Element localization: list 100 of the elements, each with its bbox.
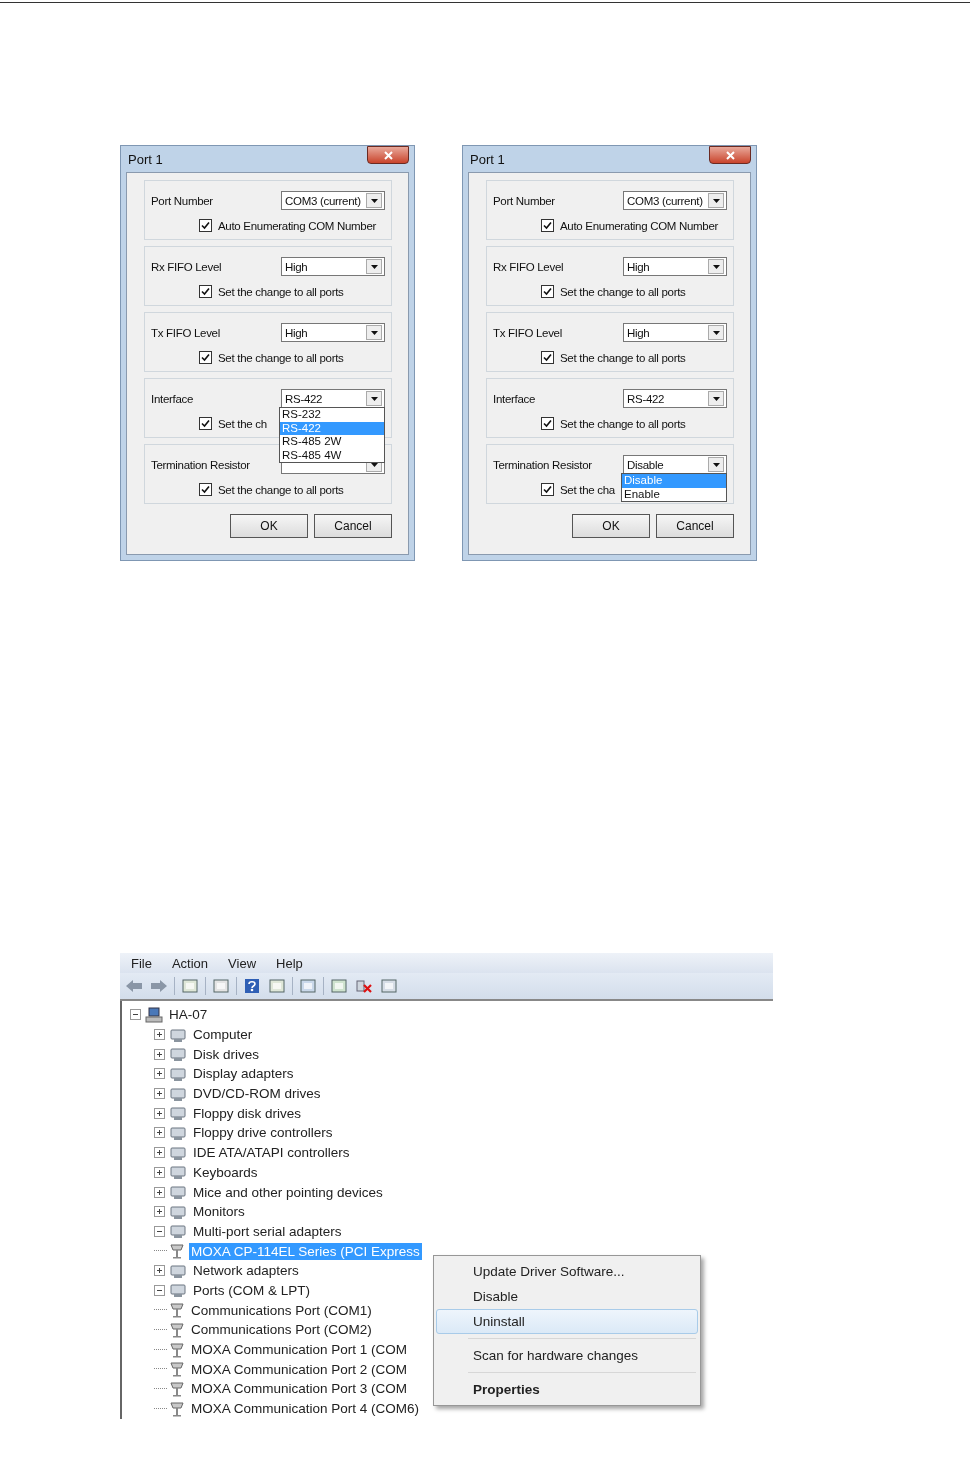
field-label: Termination Resistor [493,458,592,471]
tree-item[interactable]: Floppy disk drives [191,1104,304,1122]
tree-item[interactable]: Mice and other pointing devices [191,1183,385,1201]
check-icon [543,485,552,494]
menu-item[interactable]: Scan for hardware changes [436,1343,698,1368]
device-icon [169,1203,187,1220]
tree-item[interactable]: Floppy drive controllers [191,1124,335,1142]
tree-item[interactable]: Communications Port (COM1) [189,1301,374,1319]
field-label: Rx FIFO Level [151,260,222,273]
caret-icon [712,264,720,269]
menu-item[interactable]: Action [171,955,209,971]
checkbox[interactable] [199,285,212,298]
tree-item[interactable]: Monitors [191,1203,247,1221]
combo-box[interactable]: High [623,323,727,342]
collapse-icon[interactable] [130,1009,141,1021]
close-button[interactable] [709,146,751,164]
tree-item[interactable]: Communications Port (COM2) [189,1321,374,1339]
checkbox-label: Set the change to all ports [218,351,344,364]
checkbox-label: Set the change to all ports [218,285,344,298]
device-icon [169,1262,187,1279]
window-title: Port 1 [127,151,163,167]
field-label: Port Number [151,194,213,207]
checkbox-label: Set the cha [560,483,615,496]
tree-item[interactable]: Multi-port serial adapters [191,1222,344,1240]
close-icon [383,150,393,160]
expand-icon[interactable] [154,1265,165,1277]
expand-icon[interactable] [154,1107,165,1119]
tree-item[interactable]: Ports (COM & LPT) [191,1281,312,1299]
checkbox[interactable] [541,351,554,364]
checkbox-label: Set the ch [218,417,267,430]
menu-item[interactable]: View [228,955,257,971]
check-icon [201,353,210,362]
tree-item[interactable]: MOXA Communication Port 3 (COM [189,1380,410,1398]
collapse-icon[interactable] [154,1284,165,1296]
field-label: Port Number [493,194,555,207]
expand-icon[interactable] [154,1186,165,1198]
combo-box[interactable]: High [281,257,385,276]
checkbox-label: Set the change to all ports [560,285,686,298]
checkbox-label: Set the change to all ports [218,483,344,496]
tree-item[interactable]: MOXA Communication Port 2 (COM [189,1360,410,1378]
caret-icon [712,330,720,335]
help-icon[interactable] [242,976,262,996]
field-label: Termination Resistor [151,458,250,471]
check-icon [543,221,552,230]
expand-icon[interactable] [154,1206,165,1218]
menu-item[interactable]: Help [276,955,303,971]
checkbox[interactable] [541,285,554,298]
tree-item[interactable]: Display adapters [191,1065,296,1083]
checkbox[interactable] [541,219,554,232]
computer-icon [145,1006,163,1023]
tree-item[interactable]: Disk drives [191,1045,261,1063]
combo-box[interactable]: High [281,323,385,342]
ok-button[interactable]: OK [572,514,650,538]
close-button[interactable] [367,146,409,164]
tree-item[interactable]: MOXA Communication Port 4 (COM6) [189,1400,422,1418]
check-icon [543,353,552,362]
menu-item[interactable]: Update Driver Software... [436,1259,698,1284]
expand-icon[interactable] [154,1088,165,1100]
checkbox[interactable] [199,219,212,232]
expand-icon[interactable] [154,1166,165,1178]
tree-item[interactable]: DVD/CD-ROM drives [191,1085,323,1103]
tree-item[interactable]: MOXA Communication Port 1 (COM [189,1341,410,1359]
check-icon [201,419,210,428]
checkbox[interactable] [541,417,554,430]
device-icon [169,1282,187,1299]
combo-box[interactable]: High [623,257,727,276]
check-icon [201,221,210,230]
menu-item[interactable]: File [131,955,152,971]
tree-item[interactable]: IDE ATA/ATAPI controllers [191,1144,352,1162]
tree-item[interactable]: Network adapters [191,1262,301,1280]
tree-item[interactable]: Keyboards [191,1163,260,1181]
combo-box[interactable]: RS-422 [623,389,727,408]
expand-icon[interactable] [154,1029,165,1041]
field-label: Tx FIFO Level [493,326,562,339]
collapse-icon[interactable] [154,1225,165,1237]
port-icon [169,1243,185,1260]
cancel-button[interactable]: Cancel [314,514,392,538]
menu-item[interactable]: Uninstall [436,1309,698,1334]
menu-item[interactable]: Properties [436,1377,698,1402]
ok-button[interactable]: OK [230,514,308,538]
combo-box[interactable]: COM3 (current) [281,191,385,210]
caret-icon [370,264,378,269]
window-title: Port 1 [469,151,505,167]
expand-icon[interactable] [154,1068,165,1080]
checkbox[interactable] [199,417,212,430]
device-icon [169,1105,187,1122]
device-icon [169,1223,187,1240]
expand-icon[interactable] [154,1147,165,1159]
checkbox[interactable] [199,351,212,364]
tree-item[interactable]: Computer [191,1026,255,1044]
checkbox[interactable] [199,483,212,496]
combo-box[interactable]: COM3 (current) [623,191,727,210]
cancel-button[interactable]: Cancel [656,514,734,538]
checkbox[interactable] [541,483,554,496]
port-icon [169,1302,185,1319]
caret-icon [712,396,720,401]
menu-item[interactable]: Disable [436,1284,698,1309]
tree-item[interactable]: HA-07 [167,1006,210,1024]
expand-icon[interactable] [154,1048,165,1060]
expand-icon[interactable] [154,1127,165,1139]
